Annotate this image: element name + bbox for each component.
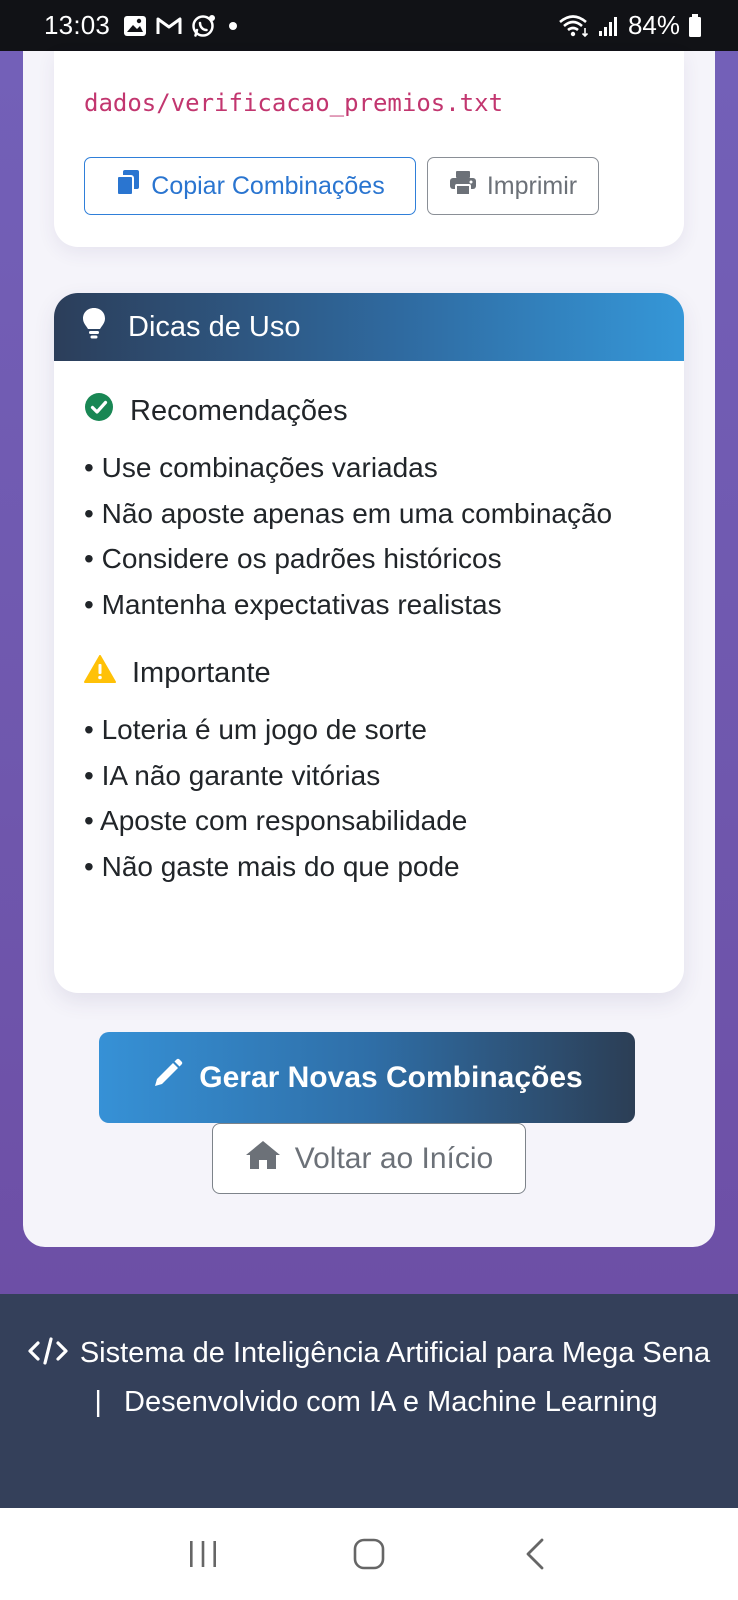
lightbulb-icon — [82, 307, 106, 347]
status-left: 13:03 — [44, 10, 240, 41]
whatsapp-icon — [191, 13, 217, 39]
status-time: 13:03 — [44, 10, 111, 40]
gmail-icon — [156, 16, 182, 36]
pencil-icon — [151, 1058, 183, 1098]
footer-system-text: Sistema de Inteligência Artificial para … — [79, 1337, 711, 1369]
list-item: IA não garante vitórias — [84, 753, 654, 799]
generate-button-label: Gerar Novas Combinações — [199, 1060, 583, 1094]
tips-card: Dicas de Uso Recomendações Use combinaçõ… — [54, 293, 684, 993]
print-button[interactable]: Imprimir — [427, 157, 599, 215]
footer-separator: | — [94, 1386, 102, 1418]
main-container: dados/verificacao_premios.txt Copiar Com… — [23, 51, 715, 1247]
dot-icon — [226, 19, 240, 33]
wifi-icon — [558, 14, 590, 38]
warning-icon — [84, 655, 116, 691]
copy-button-label: Copiar Combinações — [151, 171, 385, 200]
tips-title: Dicas de Uso — [128, 310, 301, 343]
footer-developed-text: Desenvolvido com IA e Machine Learning — [124, 1386, 658, 1418]
home-button-label: Voltar ao Início — [294, 1141, 494, 1175]
code-icon — [28, 1333, 68, 1379]
image-icon — [123, 15, 147, 37]
battery-percent: 84% — [627, 10, 680, 40]
page-viewport[interactable]: dados/verificacao_premios.txt Copiar Com… — [0, 51, 738, 1294]
copy-icon — [115, 169, 141, 204]
tips-body: Recomendações Use combinações variadas N… — [54, 361, 684, 889]
list-item: Não gaste mais do que pode — [84, 844, 654, 890]
copy-combinations-button[interactable]: Copiar Combinações — [84, 157, 416, 215]
generate-combinations-button[interactable]: Gerar Novas Combinações — [99, 1032, 635, 1123]
status-right: 84% — [558, 10, 702, 41]
system-navigation-bar — [0, 1508, 738, 1600]
list-item: Mantenha expectativas realistas — [84, 582, 654, 628]
results-card: dados/verificacao_premios.txt Copiar Com… — [54, 51, 684, 247]
recommendations-title-text: Recomendações — [130, 394, 348, 427]
check-circle-icon — [84, 392, 114, 430]
home-icon — [245, 1140, 281, 1178]
important-title: Importante — [84, 653, 654, 693]
home-nav-button[interactable] — [339, 1524, 399, 1584]
battery-icon — [688, 13, 702, 38]
footer: Sistema de Inteligência Artificial para … — [0, 1294, 738, 1508]
list-item: Não aposte apenas em uma combinação — [84, 491, 654, 537]
status-bar: 13:03 84% — [0, 0, 738, 51]
print-button-label: Imprimir — [486, 171, 578, 200]
list-item: Considere os padrões históricos — [84, 536, 654, 582]
list-item: Loteria é um jogo de sorte — [84, 707, 654, 753]
tips-header: Dicas de Uso — [54, 293, 684, 361]
important-title-text: Importante — [132, 656, 271, 689]
printer-icon — [449, 170, 477, 203]
recommendations-list: Use combinações variadas Não aposte apen… — [84, 445, 654, 627]
recommendations-title: Recomendações — [84, 391, 654, 431]
recent-apps-button[interactable] — [173, 1524, 233, 1584]
back-home-button[interactable]: Voltar ao Início — [212, 1123, 526, 1194]
list-item: Aposte com responsabilidade — [84, 798, 654, 844]
list-item: Use combinações variadas — [84, 445, 654, 491]
back-nav-button[interactable] — [505, 1524, 565, 1584]
important-list: Loteria é um jogo de sorte IA não garant… — [84, 707, 654, 889]
signal-icon — [598, 15, 620, 37]
file-path: dados/verificacao_premios.txt — [84, 89, 504, 117]
